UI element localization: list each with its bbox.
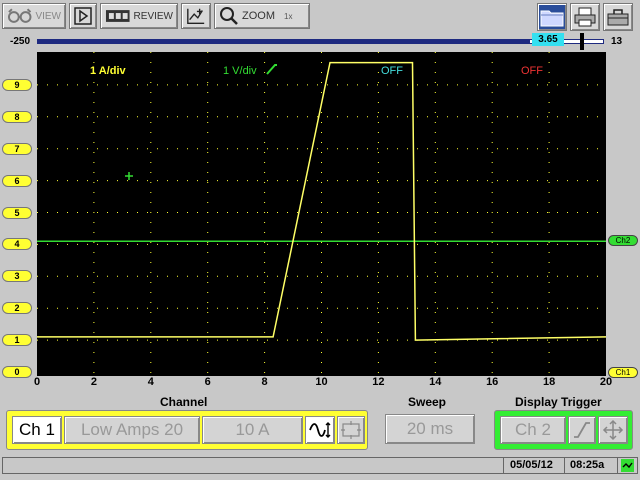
channel-select-button[interactable]: Ch 1 [12,416,62,444]
x-axis-tick: 10 [315,376,328,388]
range-select-label: 10 A [235,420,270,439]
y-axis-marker: 9 [2,78,32,91]
ch1-tag-label: Ch1 [615,368,631,377]
markers-button[interactable] [181,3,211,29]
y-axis-marker: 6 [2,174,32,187]
ch2-trigger-slope-icon [266,64,277,75]
ch1-scale-label: 1 A/div [90,65,126,77]
zoom-label: ZOOM [242,10,275,22]
sweep-section-label: Sweep [408,395,447,409]
status-divider-3 [617,458,618,473]
y-axis-marker: 5 [2,206,32,219]
sweep-select-button[interactable]: 20 ms [385,414,475,444]
y-axis-marker: 4 [2,238,32,251]
print-button[interactable] [570,3,600,31]
channel-section-label: Channel [160,395,208,409]
ch3-status: OFF [381,65,403,77]
channel-panel: Ch 1 Low Amps 20 10 A [6,410,368,450]
status-date: 05/05/12 [510,459,553,471]
trigger-channel-button[interactable]: Ch 2 [500,416,566,444]
rising-slope-icon [574,422,590,438]
slider-handle[interactable] [580,33,584,50]
x-axis-tick: 20 [599,376,613,388]
channel-select-label: Ch 1 [19,420,55,439]
y-axis-marker: 2 [2,302,32,315]
move-crosshair-icon [602,419,624,441]
x-axis-tick: 2 [90,376,97,388]
channel-settings-button[interactable] [337,416,365,444]
play-icon [74,7,92,25]
slider-right-value: 13 [611,36,623,47]
y-axis-marker: 1 [2,334,32,347]
play-button[interactable] [69,3,97,29]
x-axis-tick: 6 [204,376,211,388]
film-icon [105,10,130,22]
scope-display [37,52,606,376]
zoom-button[interactable]: ZOOM 1x [214,3,310,29]
slider-left-value: -250 [10,36,31,47]
x-axis-tick: 4 [147,376,154,388]
review-button[interactable]: REVIEW [100,3,178,29]
trigger-position-button[interactable] [598,416,628,444]
view-button[interactable]: VIEW [2,3,66,29]
y-axis-marker: 7 [2,142,32,155]
slider-value: 3.65 [538,34,558,45]
trigger-channel-label: Ch 2 [515,420,551,439]
time-slider-track[interactable] [37,39,604,44]
toolbox-button[interactable] [603,3,633,31]
y-axis-marker: 3 [2,270,32,283]
ac-wave-icon [309,422,331,438]
x-axis-tick: 18 [542,376,556,388]
status-divider-1 [503,458,504,473]
x-axis-tick: 12 [372,376,385,388]
status-divider-2 [564,458,565,473]
x-axis-tick: 14 [429,376,442,388]
magnifier-icon [220,7,238,25]
ch2-scale-label: 1 V/div [223,65,257,77]
ch2-tag-label: Ch2 [615,236,631,245]
zoom-level: 1x [284,11,293,21]
y-axis-marker: 8 [2,110,32,123]
open-folder-button[interactable] [537,3,567,31]
probe-select-button[interactable]: Low Amps 20 [64,416,200,444]
x-axis-tick: 8 [261,376,268,388]
sweep-select-label: 20 ms [406,419,454,438]
x-axis-tick: 0 [33,376,41,388]
trigger-slope-button[interactable] [568,416,596,444]
review-label: REVIEW [133,10,173,22]
toolbox-icon [607,9,629,26]
printer-icon [574,7,596,27]
trigger-section-label: Display Trigger [515,395,602,409]
view-label: VIEW [35,10,61,22]
coupling-button[interactable] [305,416,335,444]
glasses-icon [7,8,32,23]
range-select-button[interactable]: 10 A [202,416,303,444]
status-time: 08:25a [570,459,605,471]
ch4-status: OFF [521,65,543,77]
folder-icon [540,10,564,27]
ch2-level-tag[interactable]: Ch2 [608,235,638,246]
trigger-panel: Ch 2 [494,410,633,450]
slider-value-badge: 3.65 [532,33,564,46]
signal-indicator-icon [621,459,634,472]
probe-select-label: Low Amps 20 [80,420,184,439]
chart-cursor-icon [187,8,205,24]
settings-box-icon [341,421,361,439]
x-axis-tick: 16 [486,376,499,388]
time-slider-fill [38,40,530,43]
